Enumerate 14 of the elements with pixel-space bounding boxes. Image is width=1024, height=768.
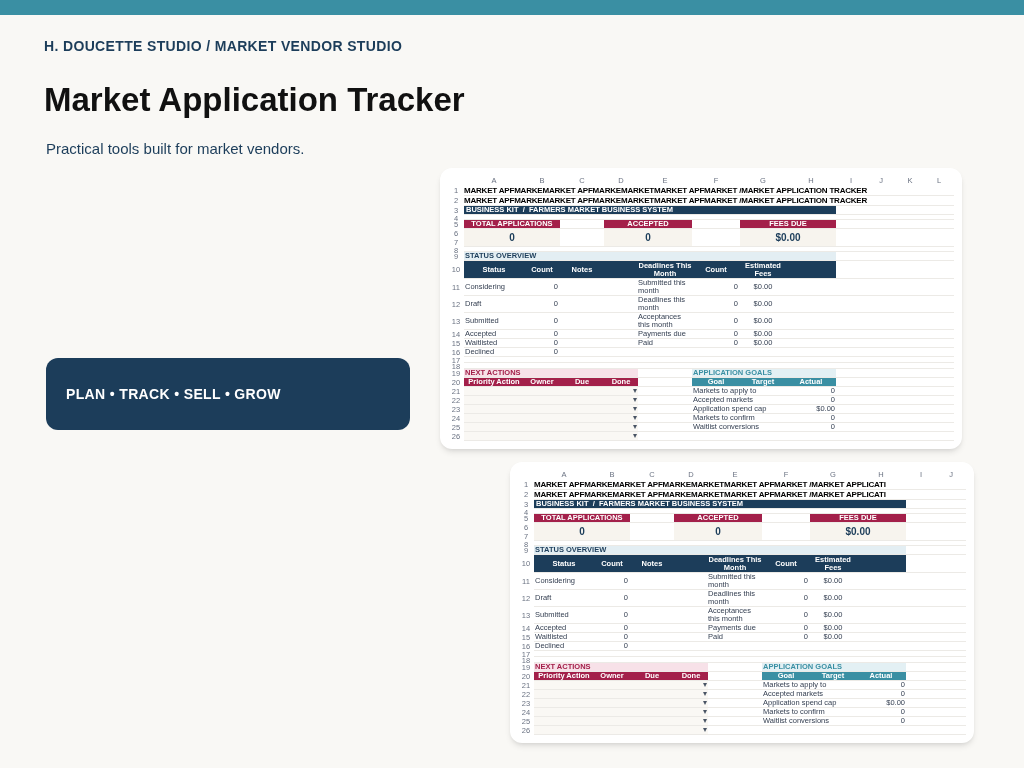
kpi-value: 0 xyxy=(464,229,560,246)
subtitle: Practical tools built for market vendors. xyxy=(46,139,305,160)
kpi-value: $0.00 xyxy=(740,229,836,246)
tagline: PLAN • TRACK • SELL • GROW xyxy=(66,384,281,404)
page-title: Market Application Tracker xyxy=(44,80,465,120)
kpi-value: $0.00 xyxy=(810,523,906,540)
sheet-title: MARKET APFMARKEMARKET APFMARKEMARKETMARKET APFMARKET /MARKET APPLICATION TRACKER xyxy=(464,186,868,195)
kpi-value: 0 xyxy=(534,523,630,540)
sheet-title: MARKET APFMARKEMARKET APFMARKEMARKETMARKET APFMARKET /MARKET APPLICATION TRACKER xyxy=(464,196,868,205)
sheet-title: MARKET APFMARKEMARKET APFMARKEMARKETMARKET APFMARKET /MARKET APPLICATI xyxy=(534,480,886,489)
brand-name: H. DOUCETTE STUDIO / MARKET VENDOR STUDIO xyxy=(44,37,403,56)
kpi-value: 0 xyxy=(604,229,692,246)
kpi-value: 0 xyxy=(674,523,762,540)
sheet-title: MARKET APFMARKEMARKET APFMARKEMARKETMARKET APFMARKET /MARKET APPLICATI xyxy=(534,490,886,499)
